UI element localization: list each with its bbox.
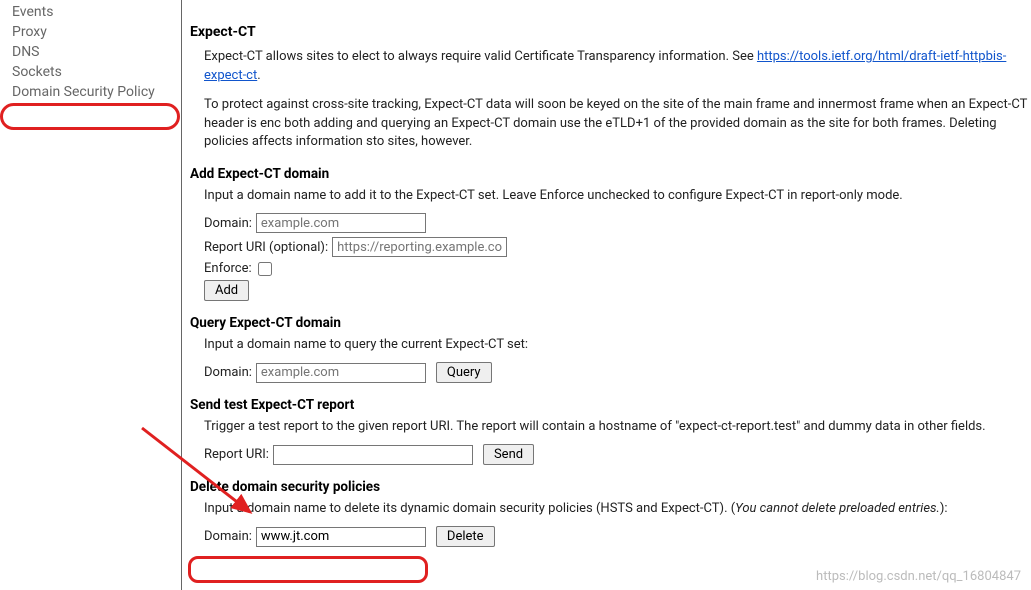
send-report-uri-label: Report URI:	[204, 447, 269, 462]
intro-text: Expect-CT allows sites to elect to alway…	[204, 49, 757, 64]
add-help-text: Input a domain name to add it to the Exp…	[204, 188, 1031, 203]
delete-help-text: Input a domain name to delete its dynami…	[204, 501, 1031, 516]
enforce-label: Enforce:	[204, 261, 252, 276]
content-area: Expect-CT Expect-CT allows sites to elec…	[182, 0, 1031, 590]
sidebar-item-label: Sockets	[12, 64, 62, 80]
sidebar-item-sockets[interactable]: Sockets	[0, 62, 181, 82]
add-domain-label: Domain:	[204, 216, 252, 231]
query-expect-ct-title: Query Expect-CT domain	[190, 315, 1031, 331]
add-report-uri-input[interactable]	[332, 237, 507, 257]
expect-ct-title: Expect-CT	[190, 24, 1031, 40]
delete-policies-title: Delete domain security policies	[190, 479, 1031, 495]
sidebar-item-label: Events	[12, 4, 53, 20]
add-domain-input[interactable]	[256, 213, 426, 233]
add-expect-ct-title: Add Expect-CT domain	[190, 166, 1031, 182]
send-report-uri-input[interactable]	[273, 445, 473, 465]
sidebar: Events Proxy DNS Sockets Domain Security…	[0, 0, 182, 590]
sidebar-item-dns[interactable]: DNS	[0, 42, 181, 62]
send-test-title: Send test Expect-CT report	[190, 397, 1031, 413]
expect-ct-intro: Expect-CT allows sites to elect to alway…	[204, 48, 1031, 86]
sidebar-item-label: DNS	[12, 44, 40, 60]
sidebar-item-label: Domain Security Policy	[12, 84, 155, 100]
delete-help-italic: You cannot delete preloaded entries.	[735, 501, 940, 516]
query-button[interactable]: Query	[436, 362, 492, 383]
query-help-text: Input a domain name to query the current…	[204, 337, 1031, 352]
sidebar-item-proxy[interactable]: Proxy	[0, 22, 181, 42]
send-help-text: Trigger a test report to the given repor…	[204, 419, 1031, 434]
query-domain-label: Domain:	[204, 365, 252, 380]
send-button[interactable]: Send	[483, 444, 534, 465]
delete-domain-label: Domain:	[204, 529, 252, 544]
query-domain-input[interactable]	[256, 363, 426, 383]
sidebar-item-domain-security-policy[interactable]: Domain Security Policy	[0, 82, 181, 102]
delete-button[interactable]: Delete	[436, 526, 495, 547]
enforce-checkbox[interactable]	[258, 262, 272, 276]
add-button[interactable]: Add	[204, 280, 249, 301]
delete-domain-input[interactable]	[256, 527, 426, 547]
delete-help-before: Input a domain name to delete its dynami…	[204, 501, 735, 516]
delete-help-after: ):	[940, 501, 948, 516]
expect-ct-protect-text: To protect against cross-site tracking, …	[204, 96, 1031, 153]
sidebar-item-events[interactable]: Events	[0, 2, 181, 22]
add-report-uri-label: Report URI (optional):	[204, 240, 328, 255]
sidebar-item-label: Proxy	[12, 24, 47, 40]
intro-text-after: .	[257, 68, 260, 83]
